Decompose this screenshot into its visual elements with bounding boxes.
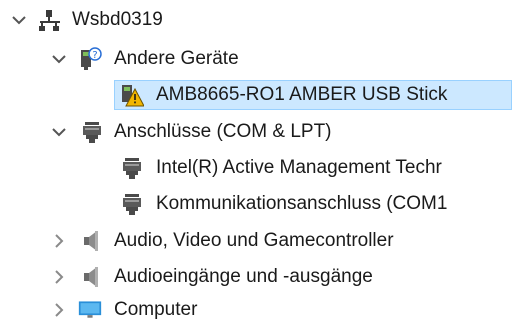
- tree-node-label: Andere Geräte: [114, 48, 239, 69]
- port-connector-icon: [123, 158, 141, 179]
- chevron-right-icon[interactable]: [50, 232, 68, 250]
- chevron-right-icon[interactable]: [50, 268, 68, 286]
- computer-network-icon: [39, 10, 60, 31]
- monitor-icon: [78, 301, 102, 318]
- tree-node-computer[interactable]: Computer: [0, 295, 528, 323]
- speaker-icon: [84, 231, 98, 251]
- port-connector-icon: [83, 122, 101, 143]
- speaker-icon: [84, 267, 98, 287]
- unknown-device-icon: ?: [81, 47, 102, 70]
- device-manager-tree: Wsbd0319 ? Andere Geräte AMB8665-RO1 AMB…: [0, 0, 528, 323]
- tree-node-intel-amt[interactable]: Intel(R) Active Management Techr: [0, 153, 528, 183]
- svg-text:?: ?: [92, 50, 97, 61]
- tree-node-anschluesse[interactable]: Anschlüsse (COM & LPT): [0, 117, 528, 147]
- tree-node-label: Anschlüsse (COM & LPT): [114, 121, 332, 142]
- tree-node-label: Computer: [114, 299, 198, 320]
- chevron-down-icon[interactable]: [10, 11, 28, 29]
- tree-node-label: Intel(R) Active Management Techr: [156, 157, 442, 178]
- chevron-down-icon[interactable]: [50, 123, 68, 141]
- tree-node-label: Kommunikationsanschluss (COM1: [156, 193, 448, 214]
- tree-node-audio-video[interactable]: Audio, Video und Gamecontroller: [0, 226, 528, 256]
- tree-node-label: Audio, Video und Gamecontroller: [114, 230, 394, 251]
- tree-node-label: Audioeingänge und -ausgänge: [114, 266, 373, 287]
- tree-node-amber-usb-stick[interactable]: AMB8665-RO1 AMBER USB Stick: [0, 80, 528, 110]
- tree-node-audio-io[interactable]: Audioeingänge und -ausgänge: [0, 262, 528, 292]
- tree-node-root[interactable]: Wsbd0319: [0, 5, 528, 35]
- warning-device-icon: [122, 85, 144, 107]
- tree-node-label: Wsbd0319: [72, 9, 163, 30]
- chevron-down-icon[interactable]: [50, 50, 68, 68]
- port-connector-icon: [123, 194, 141, 215]
- tree-node-andere-geraete[interactable]: ? Andere Geräte: [0, 44, 528, 74]
- chevron-right-icon[interactable]: [50, 301, 68, 319]
- tree-node-label: AMB8665-RO1 AMBER USB Stick: [156, 84, 448, 105]
- tree-node-com1[interactable]: Kommunikationsanschluss (COM1: [0, 189, 528, 219]
